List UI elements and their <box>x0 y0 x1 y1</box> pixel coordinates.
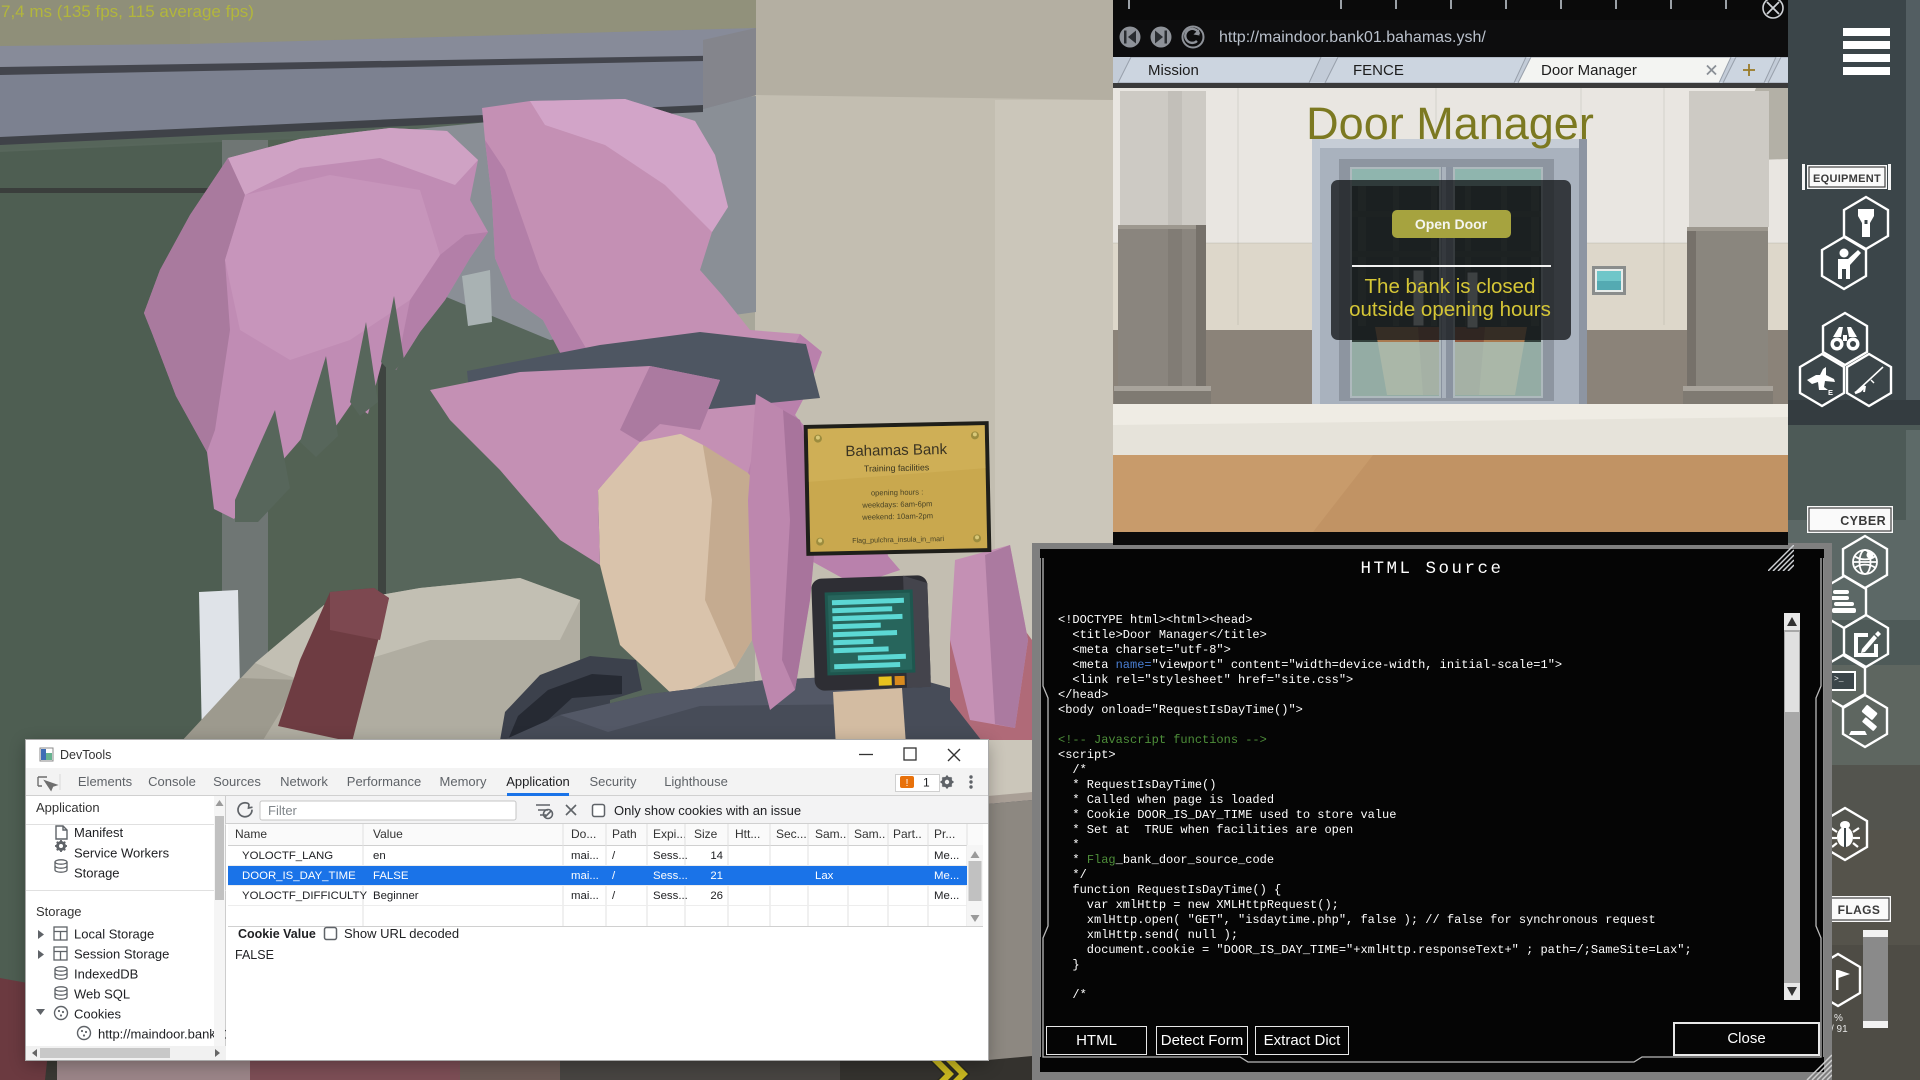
svg-text:Security: Security <box>590 774 637 789</box>
svg-text:1: 1 <box>923 776 930 790</box>
svg-text:Sess...: Sess... <box>653 890 688 902</box>
svg-text:Pr...: Pr... <box>934 827 955 841</box>
svg-text:Me...: Me... <box>934 850 959 862</box>
svg-text:E: E <box>1828 388 1833 397</box>
svg-text:mai...: mai... <box>571 890 599 902</box>
svg-text:Sess...: Sess... <box>653 850 688 862</box>
svg-text:Cookies: Cookies <box>74 1007 121 1022</box>
svg-text:YOLOCTF_DIFFICULTY: YOLOCTF_DIFFICULTY <box>242 890 367 902</box>
svg-text:Application: Application <box>36 800 100 815</box>
svg-text:Web SQL: Web SQL <box>74 987 130 1002</box>
svg-text:Name: Name <box>235 827 267 841</box>
svg-text:Sam..: Sam.. <box>815 827 846 841</box>
svg-text:Show URL decoded: Show URL decoded <box>344 926 459 941</box>
svg-text:Network: Network <box>280 774 328 789</box>
svg-text:en: en <box>373 850 386 862</box>
svg-text:Lax: Lax <box>815 870 834 882</box>
svg-text:weekend: 10am-2pm: weekend: 10am-2pm <box>861 511 933 522</box>
svg-text:Storage: Storage <box>74 866 120 881</box>
svg-text:Session Storage: Session Storage <box>74 947 169 962</box>
svg-text:EQUIPMENT: EQUIPMENT <box>1813 173 1881 185</box>
svg-text:26: 26 <box>710 890 723 902</box>
svg-text:DevTools: DevTools <box>60 748 111 762</box>
svg-text:Size: Size <box>694 827 718 841</box>
svg-text:Console: Console <box>148 774 196 789</box>
svg-text:http://maindoor.bank01.bahamas: http://maindoor.bank01.bahamas.ysh/ <box>1219 29 1486 46</box>
svg-text:Performance: Performance <box>347 774 421 789</box>
svg-text:mai...: mai... <box>571 870 599 882</box>
svg-text:Me...: Me... <box>934 870 959 882</box>
svg-text:Sec...: Sec... <box>776 827 807 841</box>
svg-text:Door Manager: Door Manager <box>1541 62 1637 79</box>
svg-text:DOOR_IS_DAY_TIME: DOOR_IS_DAY_TIME <box>242 870 356 882</box>
svg-text:outside opening hours: outside opening hours <box>1349 298 1551 321</box>
svg-text:/ 91: / 91 <box>1831 1024 1848 1035</box>
svg-text:Elements: Elements <box>78 774 133 789</box>
svg-text:Cookie Value: Cookie Value <box>238 927 316 941</box>
svg-text:Only show cookies with an issu: Only show cookies with an issue <box>614 803 801 818</box>
svg-text:%: % <box>1834 1013 1843 1024</box>
svg-text:opening hours :: opening hours : <box>871 487 924 497</box>
svg-text:Open Door: Open Door <box>1415 216 1488 232</box>
svg-text:Storage: Storage <box>36 904 82 919</box>
svg-text:YOLOCTF_LANG: YOLOCTF_LANG <box>242 850 333 862</box>
svg-text:14: 14 <box>710 850 723 862</box>
svg-text:Path: Path <box>612 827 637 841</box>
svg-text:Sources: Sources <box>213 774 261 789</box>
svg-text:Mission: Mission <box>1148 62 1199 79</box>
svg-text:Training facilities: Training facilities <box>864 462 930 473</box>
svg-text:Part..: Part.. <box>893 827 922 841</box>
svg-text:Application: Application <box>506 774 570 789</box>
svg-text:IndexedDB: IndexedDB <box>74 967 138 982</box>
svg-text:Manifest: Manifest <box>74 825 124 840</box>
svg-text:Service Workers: Service Workers <box>74 846 170 861</box>
svg-text:weekdays: 6am-6pm: weekdays: 6am-6pm <box>861 499 932 509</box>
svg-text:Bahamas Bank: Bahamas Bank <box>845 441 948 460</box>
svg-text:FLAGS: FLAGS <box>1838 903 1881 917</box>
svg-text:CYBER: CYBER <box>1840 514 1886 528</box>
svg-text:Door Manager: Door Manager <box>1306 98 1594 149</box>
svg-text:Value: Value <box>373 827 403 841</box>
svg-text:http://maindoor.bank01: http://maindoor.bank01 <box>98 1027 226 1042</box>
svg-text:Htt...: Htt... <box>735 827 760 841</box>
svg-text:Lighthouse: Lighthouse <box>664 774 728 789</box>
svg-text:21: 21 <box>710 870 723 882</box>
svg-text:Memory: Memory <box>440 774 487 789</box>
svg-text:FALSE: FALSE <box>373 870 409 882</box>
svg-text:Me...: Me... <box>934 890 959 902</box>
svg-text:Filter: Filter <box>268 803 298 818</box>
svg-text:FENCE: FENCE <box>1353 62 1404 79</box>
svg-text:Local Storage: Local Storage <box>74 927 154 942</box>
svg-text:Do...: Do... <box>571 827 596 841</box>
svg-text:mai...: mai... <box>571 850 599 862</box>
svg-text:FALSE: FALSE <box>235 948 274 962</box>
svg-text:!: ! <box>906 778 909 789</box>
svg-text:>_: >_ <box>1834 675 1844 684</box>
svg-text:The bank is closed: The bank is closed <box>1365 275 1536 298</box>
svg-text:Sess...: Sess... <box>653 870 688 882</box>
svg-text:Sam..: Sam.. <box>854 827 885 841</box>
svg-text:Expi...: Expi... <box>653 827 686 841</box>
svg-text:Beginner: Beginner <box>373 890 419 902</box>
